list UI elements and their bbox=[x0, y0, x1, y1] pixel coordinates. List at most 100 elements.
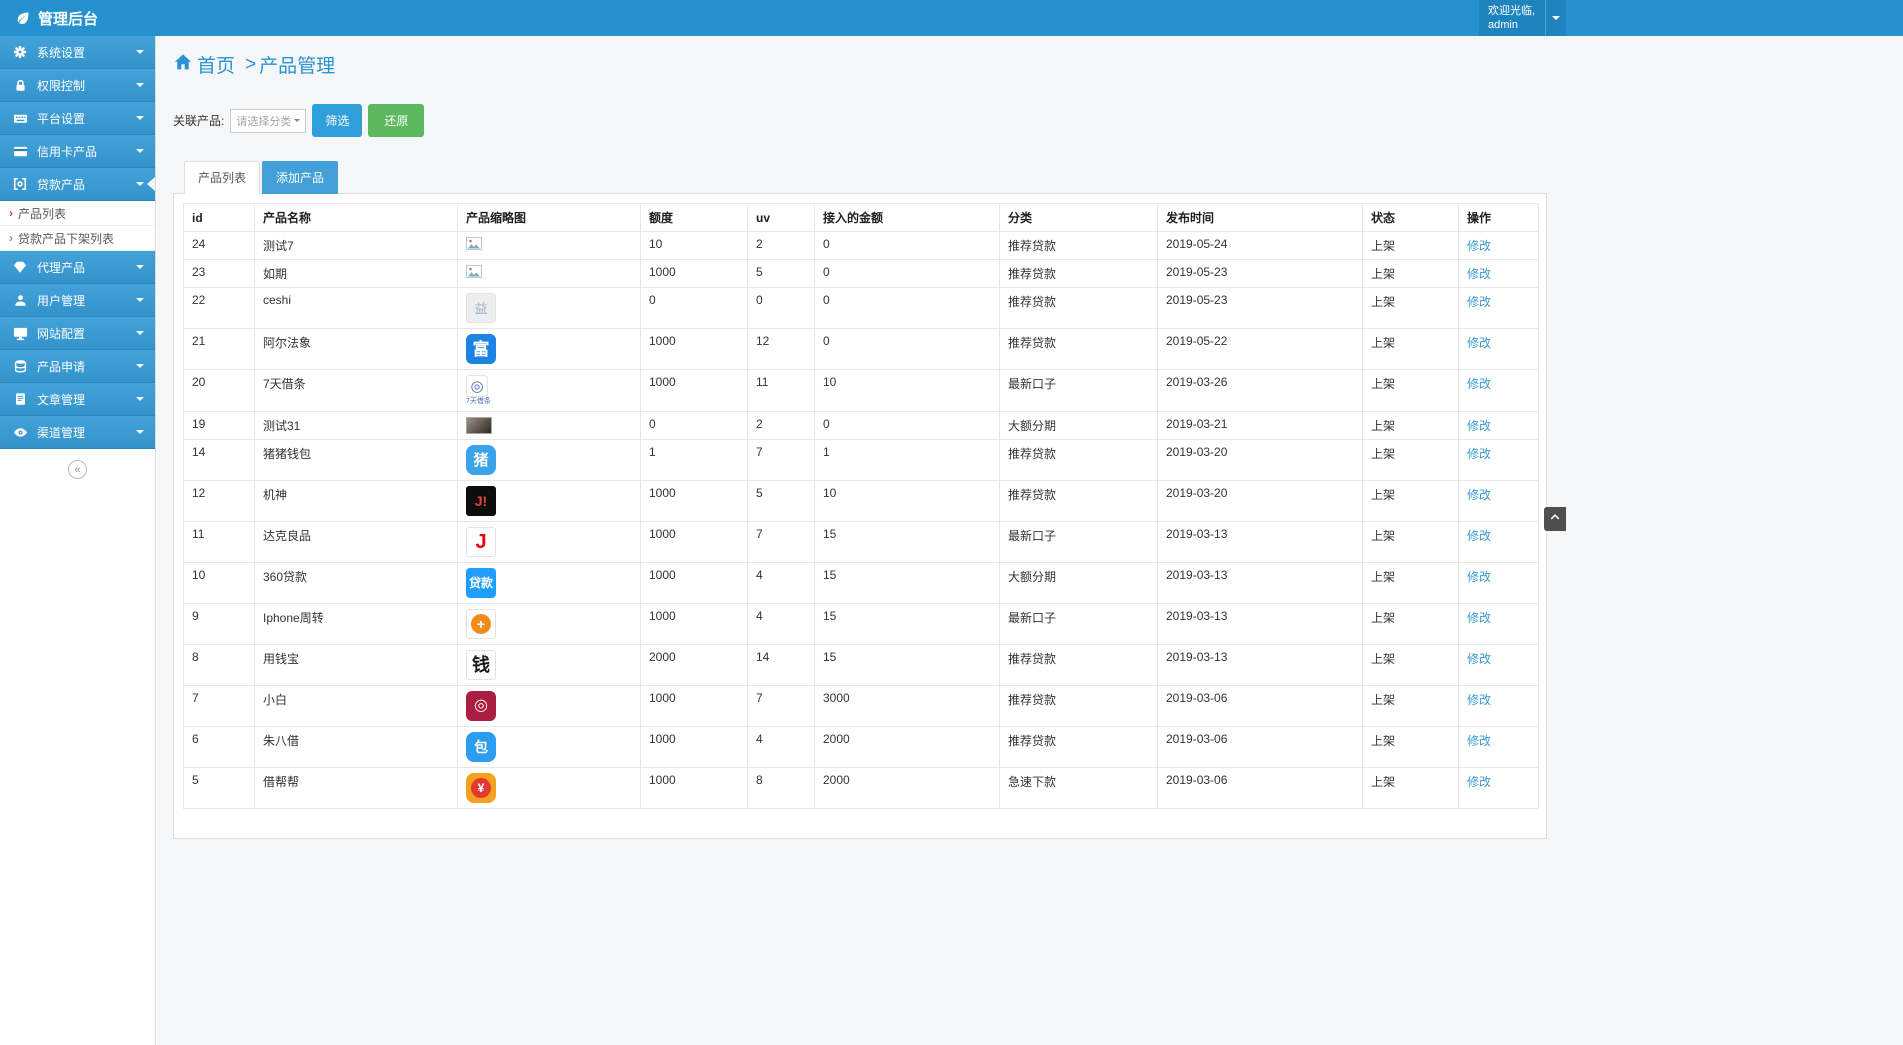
cell-category: 推荐贷款 bbox=[999, 231, 1158, 260]
cell-publish-date: 2019-03-06 bbox=[1157, 685, 1363, 728]
tabs: 产品列表 添加产品 bbox=[184, 161, 1903, 194]
sidebar-item-label: 产品申请 bbox=[37, 359, 86, 374]
cell-quota: 0 bbox=[640, 287, 748, 329]
cell-actions: 修改 bbox=[1458, 644, 1539, 687]
cell-product-name: 阿尔法象 bbox=[254, 328, 458, 370]
cell-amount: 0 bbox=[814, 411, 1000, 441]
app-icon: 包 bbox=[466, 732, 496, 763]
edit-link[interactable]: 修改 bbox=[1467, 447, 1491, 461]
cell-quota: 1000 bbox=[640, 562, 748, 605]
chevron-down-icon bbox=[136, 430, 144, 438]
sidebar-item-4[interactable]: 贷款产品 bbox=[0, 168, 155, 201]
breadcrumb-separator: > bbox=[245, 53, 257, 75]
sidebar-item-8[interactable]: 产品申请 bbox=[0, 350, 155, 383]
product-thumbnail: 益 bbox=[466, 293, 632, 323]
breadcrumb-current: 产品管理 bbox=[259, 56, 336, 77]
edit-link[interactable]: 修改 bbox=[1467, 267, 1491, 281]
edit-link[interactable]: 修改 bbox=[1467, 734, 1491, 748]
table-panel: id 产品名称 产品缩略图 额度 uv 接入的金额 分类 发布时间 状态 操作 24 测试7 10 2 0… bbox=[173, 193, 1547, 839]
sidebar-item-1[interactable]: 权限控制 bbox=[0, 69, 155, 102]
sidebar-item-0[interactable]: 系统设置 bbox=[0, 36, 155, 69]
sidebar-item-7[interactable]: 网站配置 bbox=[0, 317, 155, 350]
product-thumbnail: 猪 bbox=[466, 445, 632, 476]
broken-image-icon bbox=[466, 237, 482, 250]
cell-publish-date: 2019-03-13 bbox=[1157, 603, 1363, 646]
edit-link[interactable]: 修改 bbox=[1467, 336, 1491, 350]
table-row: 20 7天借条 ◎ 7天借条 1000 11 10 最新口子 2019-03-26 上架 修改 bbox=[183, 368, 1539, 413]
app-icon: 益 bbox=[466, 293, 496, 323]
cell-actions: 修改 bbox=[1458, 726, 1539, 769]
cell-amount: 15 bbox=[814, 521, 1000, 564]
cell-quota: 1000 bbox=[640, 480, 748, 523]
cell-id: 6 bbox=[183, 726, 255, 769]
cell-quota: 1000 bbox=[640, 521, 748, 564]
filter-button[interactable]: 筛选 bbox=[312, 104, 363, 137]
chevron-down-icon[interactable] bbox=[1545, 0, 1566, 36]
sidebar-subitem-0[interactable]: › 产品列表 bbox=[0, 201, 155, 226]
cell-amount: 15 bbox=[814, 603, 1000, 646]
edit-link[interactable]: 修改 bbox=[1467, 377, 1491, 391]
tab-add-product[interactable]: 添加产品 bbox=[262, 161, 339, 194]
cell-uv: 4 bbox=[747, 726, 815, 769]
app-icon: ¥ bbox=[466, 773, 496, 804]
table-body: 24 测试7 10 2 0 推荐贷款 2019-05-24 上架 修改 23 如期 1000 5 0 推荐贷… bbox=[183, 231, 1539, 810]
edit-link[interactable]: 修改 bbox=[1467, 239, 1491, 253]
cell-publish-date: 2019-03-21 bbox=[1157, 411, 1363, 441]
cell-category: 推荐贷款 bbox=[999, 644, 1158, 687]
edit-link[interactable]: 修改 bbox=[1467, 775, 1491, 789]
username: admin bbox=[1488, 19, 1518, 32]
cell-actions: 修改 bbox=[1458, 685, 1539, 728]
cell-thumbnail: 包 bbox=[457, 726, 641, 769]
edit-link[interactable]: 修改 bbox=[1467, 529, 1491, 543]
sidebar-item-5[interactable]: 代理产品 bbox=[0, 251, 155, 284]
filter-bar: 关联产品: 请选择分类 筛选 还原 bbox=[173, 104, 1903, 137]
cell-publish-date: 2019-03-13 bbox=[1157, 521, 1363, 564]
edit-link[interactable]: 修改 bbox=[1467, 488, 1491, 502]
cell-uv: 5 bbox=[747, 259, 815, 288]
back-to-top-button[interactable] bbox=[1544, 507, 1566, 531]
table-row: 19 测试31 0 2 0 大额分期 2019-03-21 上架 修改 bbox=[183, 411, 1539, 441]
edit-link[interactable]: 修改 bbox=[1467, 611, 1491, 625]
cell-status: 上架 bbox=[1362, 231, 1459, 260]
cell-uv: 5 bbox=[747, 480, 815, 523]
cell-thumbnail: 益 bbox=[457, 287, 641, 329]
cell-amount: 3000 bbox=[814, 685, 1000, 728]
cell-id: 12 bbox=[183, 480, 255, 523]
tab-product-list[interactable]: 产品列表 bbox=[184, 161, 261, 194]
cell-category: 大额分期 bbox=[999, 411, 1158, 441]
cell-product-name: 测试31 bbox=[254, 411, 458, 441]
sidebar-item-6[interactable]: 用户管理 bbox=[0, 284, 155, 317]
product-thumbnail: 贷款 bbox=[466, 568, 632, 599]
edit-link[interactable]: 修改 bbox=[1467, 652, 1491, 666]
edit-link[interactable]: 修改 bbox=[1467, 570, 1491, 584]
monitor-icon bbox=[11, 326, 29, 341]
user-menu[interactable]: 欢迎光临, admin bbox=[1479, 0, 1566, 36]
sidebar-item-2[interactable]: 平台设置 bbox=[0, 102, 155, 135]
cell-amount: 2000 bbox=[814, 767, 1000, 810]
cell-quota: 1000 bbox=[640, 259, 748, 288]
cell-actions: 修改 bbox=[1458, 259, 1539, 288]
sidebar-item-10[interactable]: 渠道管理 bbox=[0, 416, 155, 449]
chevron-down-icon bbox=[294, 119, 301, 125]
cell-quota: 1000 bbox=[640, 726, 748, 769]
reset-button[interactable]: 还原 bbox=[368, 104, 425, 137]
chevron-down-icon bbox=[136, 265, 144, 273]
cell-actions: 修改 bbox=[1458, 231, 1539, 260]
chevron-right-icon: › bbox=[9, 206, 13, 220]
cell-product-name: 7天借条 bbox=[254, 368, 458, 413]
column-header: 发布时间 bbox=[1157, 203, 1363, 232]
product-thumbnail bbox=[466, 237, 632, 250]
sidebar-item-9[interactable]: 文章管理 bbox=[0, 383, 155, 416]
cell-product-name: 360贷款 bbox=[254, 562, 458, 605]
breadcrumb-home[interactable]: 首页 bbox=[173, 51, 235, 78]
home-icon bbox=[173, 53, 193, 77]
app-title: 管理后台 bbox=[38, 10, 99, 28]
cell-actions: 修改 bbox=[1458, 368, 1539, 413]
sidebar-item-3[interactable]: 信用卡产品 bbox=[0, 135, 155, 168]
sidebar-collapse-button[interactable]: « bbox=[68, 460, 87, 479]
category-select[interactable]: 请选择分类 bbox=[230, 108, 307, 133]
edit-link[interactable]: 修改 bbox=[1467, 419, 1491, 433]
edit-link[interactable]: 修改 bbox=[1467, 295, 1491, 309]
edit-link[interactable]: 修改 bbox=[1467, 693, 1491, 707]
sidebar-subitem-1[interactable]: › 贷款产品下架列表 bbox=[0, 226, 155, 251]
